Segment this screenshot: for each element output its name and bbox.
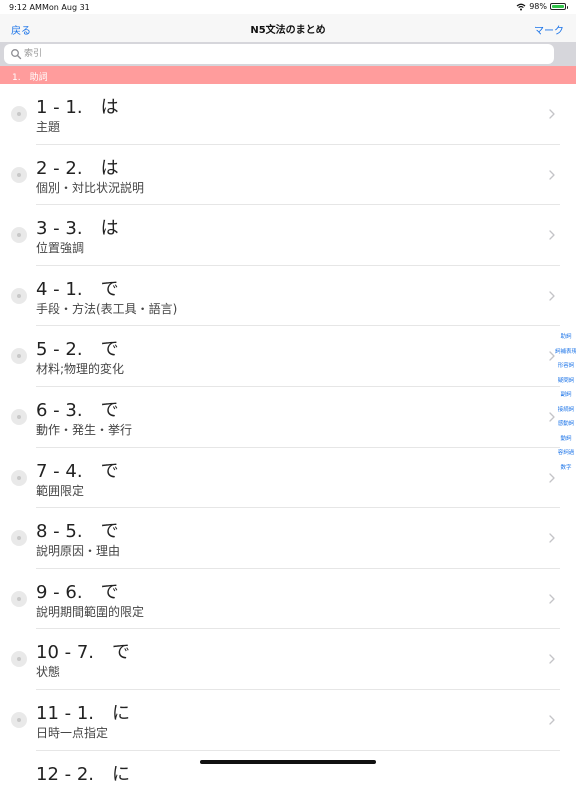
list-item[interactable]: 11 - 1. に日時一点指定 — [0, 690, 560, 751]
chevron-right-icon — [549, 594, 555, 604]
search-input[interactable] — [24, 46, 544, 62]
bullet-icon — [11, 530, 27, 547]
list-item-title: 6 - 3. で — [36, 399, 119, 421]
index-item[interactable]: 接続詞 — [558, 403, 575, 418]
page-title: N5文法のまとめ — [250, 25, 326, 36]
list-item-peek[interactable]: 12 - 2. に — [36, 760, 130, 786]
bullet-icon — [11, 106, 27, 122]
bullet-icon — [11, 227, 27, 244]
index-item[interactable]: 形容詞 — [558, 359, 575, 374]
list-item-title: 5 - 2. で — [36, 339, 119, 361]
bullet-icon — [11, 469, 27, 486]
index-item[interactable]: 疑問詞 — [558, 374, 575, 389]
list-item[interactable]: 7 - 4. で範囲限定 — [0, 448, 560, 509]
wifi-icon — [516, 3, 526, 10]
list-item-subtitle: 日時一点指定 — [36, 725, 109, 740]
list-item-subtitle: 手段・方法(表工具・語言) — [36, 301, 178, 316]
list-item[interactable]: 2 - 2. は個別・対比状況説明 — [0, 145, 560, 206]
status-date: Mon Aug 31 — [42, 3, 90, 12]
list-item-title: 9 - 6. で — [36, 581, 119, 603]
list-item[interactable]: 10 - 7. で状態 — [0, 629, 560, 690]
chevron-right-icon — [549, 109, 555, 119]
home-indicator — [200, 760, 376, 764]
bullet-icon — [11, 287, 27, 304]
section-header-label: 1. 助詞 — [12, 73, 48, 83]
list-item-title: 7 - 4. で — [36, 460, 119, 482]
index-item[interactable]: 感動詞 — [558, 417, 575, 432]
chevron-right-icon — [549, 230, 555, 240]
bullet-icon — [11, 408, 27, 425]
list-item-subtitle: 主題 — [36, 120, 61, 134]
list-item-subtitle: 状態 — [36, 665, 61, 680]
section-header: 1. 助詞 — [0, 66, 576, 84]
list-item-subtitle: 位置強調 — [36, 241, 85, 256]
index-item[interactable]: 動詞 — [560, 432, 571, 447]
bullet-icon — [11, 651, 27, 668]
list-item[interactable]: 4 - 1. で手段・方法(表工具・語言) — [0, 266, 560, 327]
chevron-right-icon — [549, 472, 555, 483]
chevron-right-icon — [549, 412, 555, 422]
list-item-title: 1 - 1. は — [36, 97, 119, 118]
status-right: 98% — [516, 2, 568, 11]
list-item-title: 8 - 5. で — [36, 521, 119, 543]
list-item[interactable]: 6 - 3. で動作・発生・挙行 — [0, 387, 560, 448]
grammar-list: 1 - 1. は主題 2 - 2. は個別・対比状況説明 3 - 3. は位置強調 4… — [0, 84, 560, 751]
battery-icon — [550, 3, 568, 10]
status-time: 9:12 AM — [9, 3, 42, 12]
list-item-title: 10 - 7. で — [36, 642, 131, 664]
navigation-bar: 戻る N5文法のまとめ マーク — [0, 14, 576, 42]
battery-percent: 98% — [529, 2, 547, 11]
chevron-right-icon — [549, 291, 555, 301]
search-icon — [11, 49, 22, 60]
list-item[interactable]: 3 - 3. は位置強調 — [0, 205, 560, 266]
list-item[interactable]: 1 - 1. は主題 — [0, 84, 560, 145]
list-item[interactable]: 9 - 6. で說明期間範圍的限定 — [0, 569, 560, 630]
list-item-subtitle: 說明原因・理由 — [36, 544, 121, 559]
bullet-icon — [11, 166, 27, 183]
bullet-icon — [11, 348, 27, 365]
chevron-right-icon — [549, 715, 555, 725]
chevron-right-icon — [549, 654, 555, 664]
index-item[interactable]: 助詞 — [560, 330, 571, 345]
index-item[interactable]: 副詞 — [560, 388, 571, 403]
bullet-icon — [11, 711, 27, 728]
list-item-subtitle: 說明期間範圍的限定 — [36, 604, 145, 619]
list-item-title: 3 - 3. は — [36, 218, 119, 240]
list-item-subtitle: 動作・発生・挙行 — [36, 422, 133, 437]
index-item[interactable]: 詞補表現 — [555, 345, 576, 360]
bullet-icon — [11, 590, 27, 607]
list-item-subtitle: 材料;物理的変化 — [36, 362, 125, 377]
index-item[interactable]: 数字 — [560, 461, 571, 476]
chevron-right-icon — [549, 169, 555, 180]
mark-button[interactable]: マーク — [534, 22, 564, 37]
list-item-title: 2 - 2. は — [36, 157, 119, 179]
list-item-title: 4 - 1. で — [36, 278, 119, 300]
list-item-subtitle: 個別・対比状況説明 — [36, 180, 145, 195]
section-index-bar[interactable]: 助詞 詞補表現 形容詞 疑問詞 副詞 接続詞 感動詞 動詞 容詞過 数字 — [555, 330, 576, 476]
list-item-subtitle: 範囲限定 — [36, 483, 85, 498]
chevron-right-icon — [549, 533, 555, 543]
list-item[interactable]: 5 - 2. で材料;物理的変化 — [0, 326, 560, 387]
list-item[interactable]: 8 - 5. で說明原因・理由 — [0, 508, 560, 569]
status-bar: 9:12 AM Mon Aug 31 98% — [0, 0, 576, 14]
list-item-title: 11 - 1. に — [36, 702, 131, 724]
search-bar — [0, 42, 576, 66]
index-item[interactable]: 容詞過 — [558, 446, 575, 461]
row-divider — [36, 749, 560, 751]
search-field[interactable] — [4, 44, 554, 64]
